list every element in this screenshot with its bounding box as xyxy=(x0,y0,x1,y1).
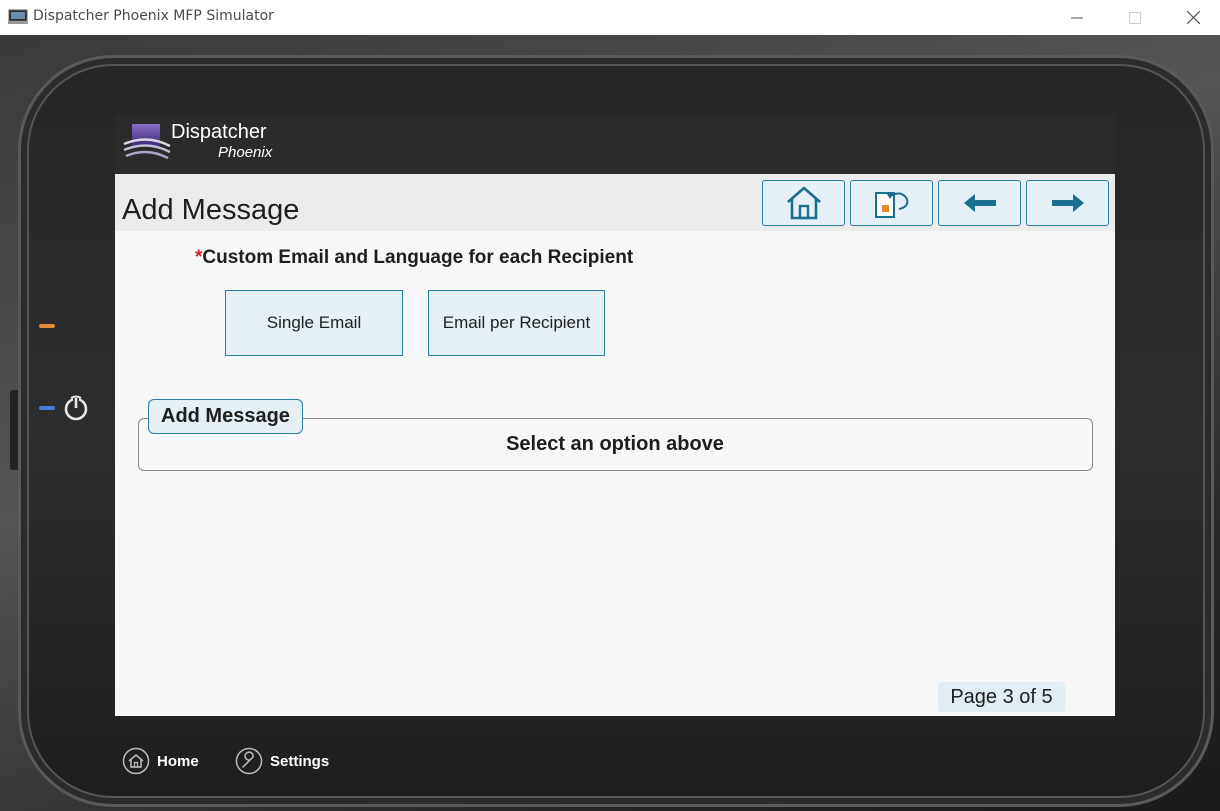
brand-bar: Dispatcher Phoenix xyxy=(115,116,1115,174)
page-title: Add Message xyxy=(122,194,300,226)
device-settings-button[interactable]: Settings xyxy=(235,746,329,776)
screen-header: Add Message xyxy=(115,174,1115,231)
next-arrow-icon xyxy=(1051,194,1084,212)
brand-name: Dispatcher xyxy=(171,121,267,143)
page-indicator: Page 3 of 5 xyxy=(938,682,1065,712)
back-arrow-icon xyxy=(963,194,996,212)
home-icon xyxy=(786,186,821,220)
window-titlebar: Dispatcher Phoenix MFP Simulator xyxy=(0,0,1220,35)
power-icon[interactable] xyxy=(62,394,90,422)
group-placeholder-text: Select an option above xyxy=(506,433,724,455)
app-icon xyxy=(8,9,28,24)
group-legend: Add Message xyxy=(148,399,303,434)
minimize-icon xyxy=(1071,17,1083,18)
device-background: Dispatcher Phoenix Add Message *Custom E… xyxy=(0,35,1220,811)
status-led-orange xyxy=(39,324,55,328)
next-button[interactable] xyxy=(1026,180,1109,226)
close-icon xyxy=(1186,11,1200,24)
back-button[interactable] xyxy=(938,180,1021,226)
email-per-recipient-button[interactable]: Email per Recipient xyxy=(428,290,605,356)
wrench-icon xyxy=(235,747,263,775)
minimize-button[interactable] xyxy=(1048,0,1106,35)
device-home-label: Home xyxy=(157,752,199,770)
question-text: Custom Email and Language for each Recip… xyxy=(202,247,634,268)
maximize-icon xyxy=(1129,11,1141,24)
single-email-button[interactable]: Single Email xyxy=(225,290,403,356)
restart-button[interactable] xyxy=(850,180,933,226)
side-button xyxy=(10,390,18,470)
home-outline-icon xyxy=(122,747,150,775)
device-screen: Dispatcher Phoenix Add Message *Custom E… xyxy=(115,116,1115,716)
status-led-blue xyxy=(39,406,55,410)
question-label: *Custom Email and Language for each Reci… xyxy=(195,247,633,269)
close-button[interactable] xyxy=(1164,0,1220,35)
device-home-button[interactable]: Home xyxy=(122,746,199,776)
window-title: Dispatcher Phoenix MFP Simulator xyxy=(33,8,274,24)
brand-subname: Phoenix xyxy=(218,144,273,161)
maximize-button[interactable] xyxy=(1106,0,1164,35)
dispatcher-logo-icon xyxy=(123,124,171,160)
home-button[interactable] xyxy=(762,180,845,226)
device-settings-label: Settings xyxy=(270,752,330,770)
restart-icon xyxy=(874,192,908,218)
